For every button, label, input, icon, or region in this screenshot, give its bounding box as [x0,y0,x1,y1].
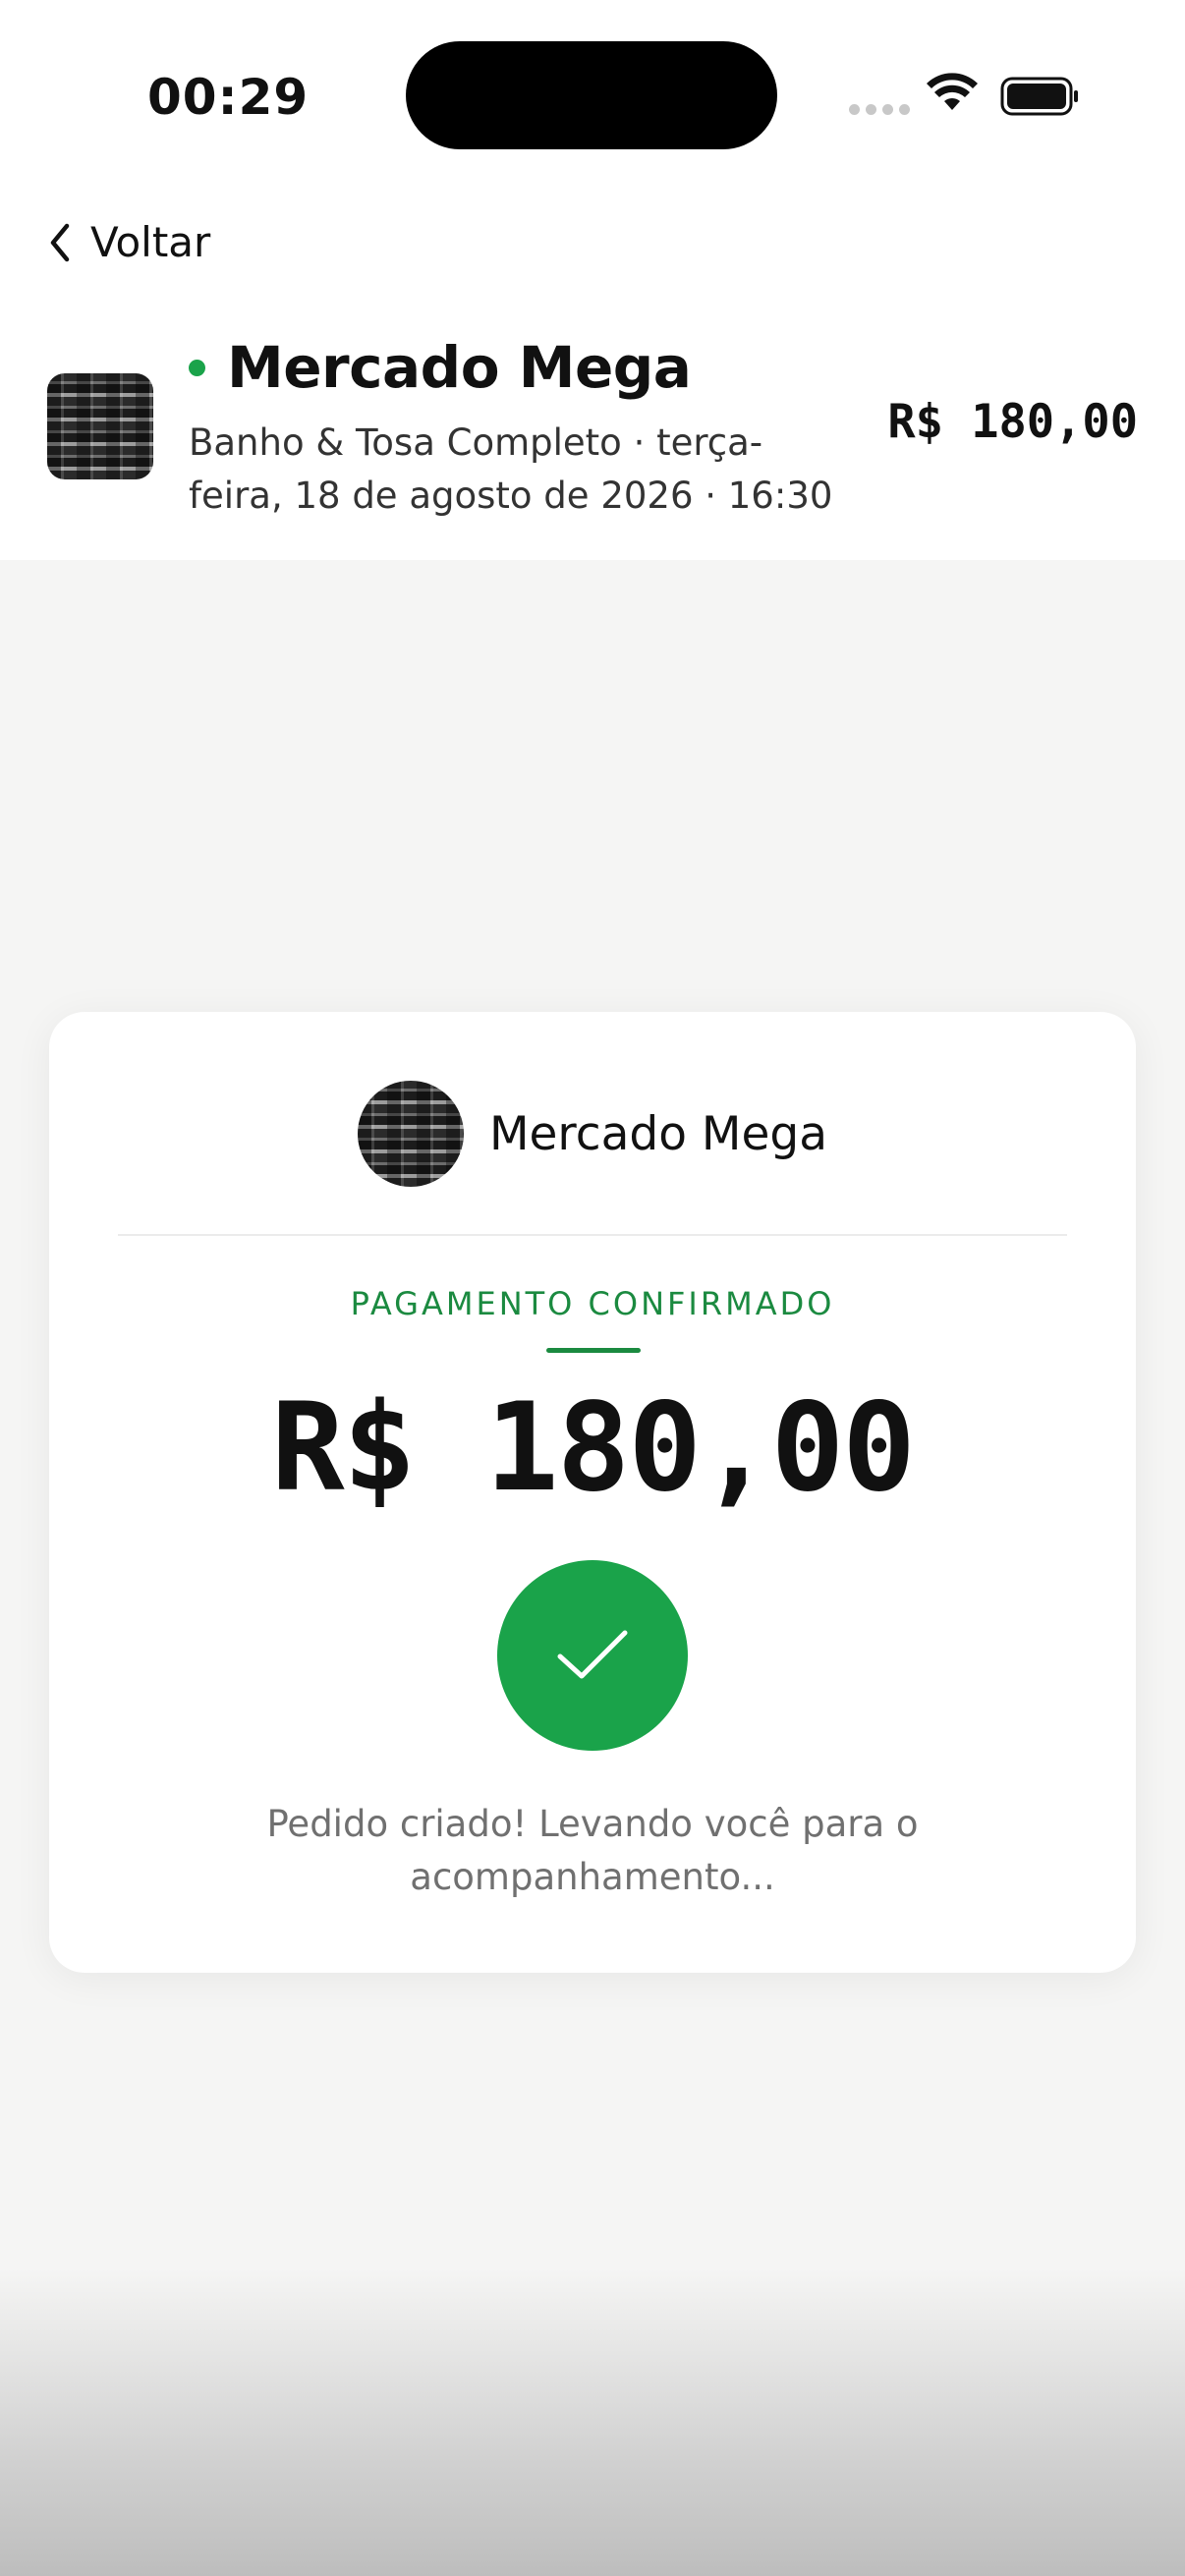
online-status-dot [189,359,205,376]
redirect-message: Pedido criado! Levando você para o acomp… [266,1803,919,1898]
chevron-left-icon [50,223,70,261]
cellular-signal-icon [849,104,910,115]
payment-confirmation-screen: 00:29 Voltar Mercado Mega Banho & Tosa C… [0,0,1185,2576]
merchant-name: Mercado Mega [227,334,692,401]
card-merchant-name: Mercado Mega [488,1106,828,1161]
card-divider [118,1234,1067,1236]
back-label: Voltar [90,218,211,266]
battery-icon [1000,77,1078,116]
service-details: Banho & Tosa Completo · terça-feira, 18 … [189,421,833,517]
payment-confirmation-card: Mercado Mega PAGAMENTO CONFIRMADO R$ 180… [49,1012,1136,1973]
order-price: R$ 180,00 [887,395,1138,449]
card-merchant: Mercado Mega [49,1081,1136,1187]
back-button[interactable]: Voltar [47,218,210,266]
status-time: 00:29 [147,69,310,126]
dynamic-island [406,41,777,149]
order-header: Voltar Mercado Mega Banho & Tosa Complet… [0,187,1185,560]
status-bar: 00:29 [0,0,1185,187]
merchant-avatar [47,373,153,479]
payment-status-label: PAGAMENTO CONFIRMADO [350,1285,835,1322]
success-check-icon [497,1560,688,1751]
status-underline [546,1348,641,1353]
wifi-icon [927,73,978,110]
merchant-info: Mercado Mega Banho & Tosa Completo · ter… [189,334,837,523]
bottom-fade [0,2269,1185,2576]
payment-amount: R$ 180,00 [271,1377,916,1519]
merchant-avatar-round [357,1081,464,1187]
